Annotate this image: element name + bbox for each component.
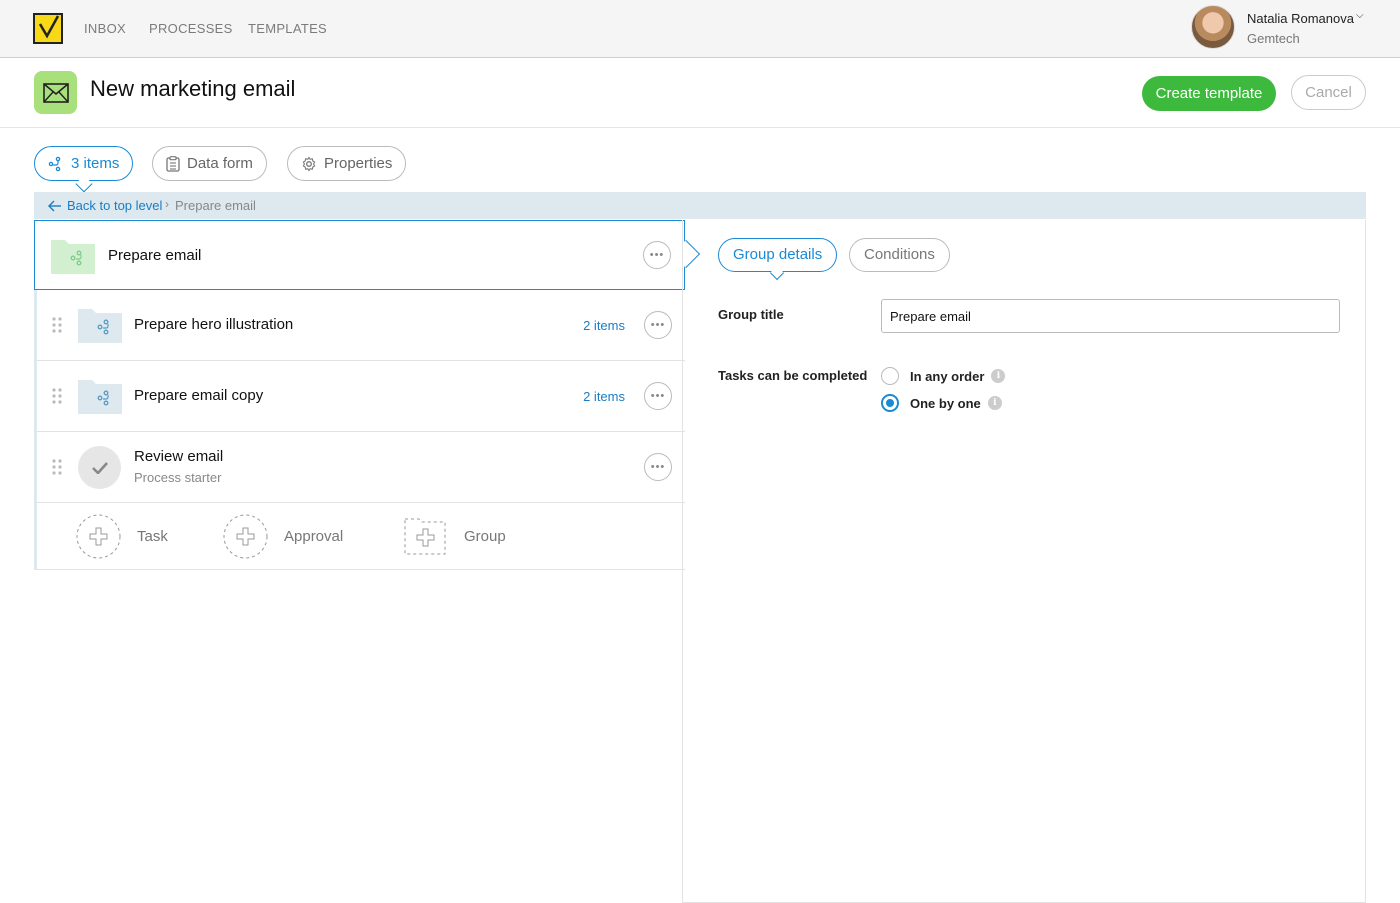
user-org: Gemtech [1247,31,1300,46]
add-approval-button[interactable]: Approval [223,514,343,559]
group-folder-icon [51,240,95,274]
list-item[interactable]: Prepare email copy 2 items ••• [37,361,685,432]
nav-inbox[interactable]: INBOX [84,21,126,36]
add-approval-label: Approval [284,528,344,545]
create-template-button[interactable]: Create template [1142,76,1276,111]
envelope-icon [34,71,77,114]
radio-button[interactable] [881,367,899,385]
more-options-button[interactable]: ••• [644,453,672,481]
list-item[interactable]: Review email Process starter ••• [37,432,685,503]
list-item-title: Prepare email copy [134,387,264,404]
chevron-down-icon[interactable]: ⌵ [1356,10,1364,21]
drag-handle-icon[interactable] [51,316,63,334]
list-item-title: Prepare hero illustration [134,316,294,333]
list-item-title: Review email [134,448,224,465]
tab-data-form[interactable]: Data form [152,146,267,181]
list-item-count[interactable]: 2 items [583,389,625,404]
group-title-input[interactable] [881,299,1340,333]
group-folder-icon [78,380,122,414]
drag-handle-icon[interactable] [51,458,63,476]
completion-label: Tasks can be completed [718,368,868,383]
list-item[interactable]: Prepare hero illustration 2 items ••• [37,290,685,361]
tab-properties-label: Properties [324,155,393,172]
cancel-button[interactable]: Cancel [1291,75,1366,110]
info-icon[interactable]: i [987,396,1002,410]
add-group-label: Group [464,528,506,545]
logo-icon[interactable] [33,13,63,44]
radio-one-by-one[interactable]: One by one i [881,394,1002,412]
user-name[interactable]: Natalia Romanova [1247,11,1354,26]
tab-conditions[interactable]: Conditions [849,238,950,272]
add-task-button[interactable]: Task [76,514,168,559]
chevron-right-icon: › [165,197,169,211]
arrow-left-icon [48,200,61,211]
add-task-label: Task [137,528,168,545]
radio-any-order[interactable]: In any order i [881,367,1006,385]
tab-items-label: 3 items [71,155,120,172]
more-options-button[interactable]: ••• [643,241,671,269]
list-item-selected[interactable]: Prepare email ••• [34,220,685,290]
details-panel: Group details Conditions Group title Tas… [682,220,1366,903]
radio-one-by-one-label: One by one [910,395,981,411]
nav-processes[interactable]: PROCESSES [149,21,233,36]
add-group-icon [404,518,446,555]
add-group-button[interactable]: Group [403,514,506,559]
breadcrumb: Back to top level › Prepare email [34,192,1366,219]
back-link[interactable]: Back to top level [48,198,162,213]
group-title-label: Group title [718,307,784,322]
back-link-label: Back to top level [67,198,163,213]
drag-handle-icon[interactable] [51,387,63,405]
add-approval-icon [223,514,268,559]
more-options-button[interactable]: ••• [644,382,672,410]
nav-templates[interactable]: TEMPLATES [248,21,327,36]
info-icon[interactable]: i [991,369,1006,383]
approval-check-icon [78,446,121,489]
radio-any-order-label: In any order [910,368,985,384]
add-task-icon [76,514,121,559]
top-nav: INBOX PROCESSES TEMPLATES Natalia Romano… [0,0,1400,58]
avatar[interactable] [1191,5,1235,49]
page-title: New marketing email [90,76,296,101]
group-folder-icon [78,309,122,343]
add-item-row: Task Approval Group [37,502,685,570]
radio-button-selected[interactable] [881,394,899,412]
list-item-subtitle: Process starter [134,470,222,485]
flow-icon [48,156,61,171]
tab-data-form-label: Data form [187,155,253,172]
list-item-count[interactable]: 2 items [583,318,625,333]
clipboard-icon [166,155,180,172]
list-item-title: Prepare email [108,247,202,264]
item-list: Prepare email ••• Prepare hero illustrat… [34,220,685,570]
page-header: New marketing email Create template Canc… [0,59,1400,128]
more-options-button[interactable]: ••• [644,311,672,339]
tab-properties[interactable]: Properties [287,146,407,181]
gear-icon [302,156,316,171]
breadcrumb-current: Prepare email [175,198,256,213]
